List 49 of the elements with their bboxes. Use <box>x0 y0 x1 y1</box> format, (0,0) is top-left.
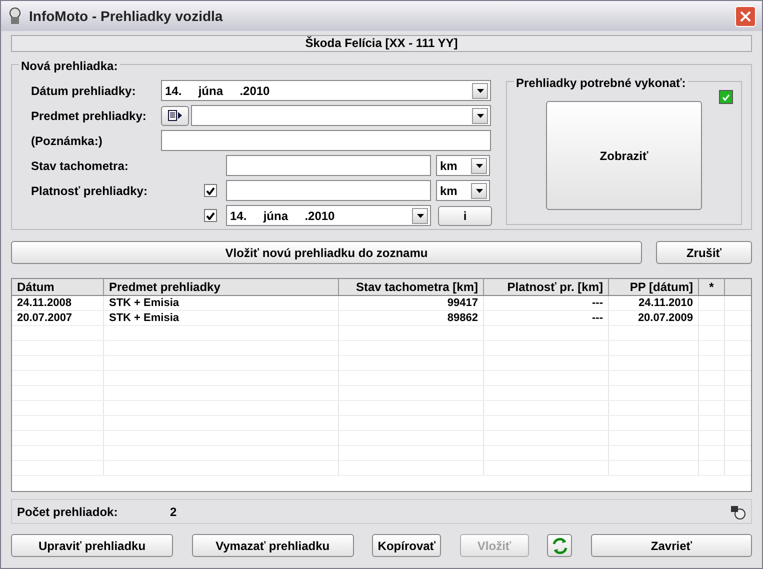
insert-button[interactable]: Vložiť novú prehliadku do zoznamu <box>11 241 642 264</box>
field-label: (Poznámka:) <box>31 132 104 150</box>
action-button[interactable]: Kopírovať <box>372 534 442 557</box>
action-button[interactable]: Zavrieť <box>590 534 752 557</box>
field-label: Stav tachometra: <box>31 158 130 174</box>
validity-km-field[interactable] <box>226 180 431 201</box>
unit-dropdown[interactable]: km <box>436 180 490 201</box>
unit-dropdown[interactable]: km <box>436 155 490 176</box>
list-icon <box>168 110 182 121</box>
window-title: InfoMoto - Prehliadky vozidla <box>29 6 224 26</box>
refresh-icon <box>552 538 568 554</box>
count-value: 2 <box>170 504 178 520</box>
field-label: Platnosť prehliadky: <box>31 182 148 200</box>
table-cell: 89862 <box>339 311 484 325</box>
column-header[interactable]: Stav tachometra [km] <box>339 279 484 295</box>
column-header[interactable]: Dátum <box>12 279 104 295</box>
odometer-field[interactable] <box>226 155 431 176</box>
date-dropdown[interactable]: 14. júna .2010 <box>161 80 491 101</box>
column-header[interactable]: Predmet prehliadky <box>104 279 339 295</box>
table-cell: --- <box>484 296 609 310</box>
table-cell: 24.11.2010 <box>609 296 699 310</box>
table-cell: 20.07.2009 <box>609 311 699 325</box>
action-button[interactable]: Upraviť prehliadku <box>11 534 173 557</box>
column-header[interactable]: Platnosť pr. [km] <box>484 279 609 295</box>
field-label: Predmet prehliadky: <box>31 108 148 124</box>
checkbox[interactable] <box>204 209 217 222</box>
cancel-button[interactable]: Zrušiť <box>656 241 752 264</box>
table-cell: 99417 <box>339 296 484 310</box>
info-button[interactable]: i <box>438 206 492 226</box>
count-label: Počet prehliadok: <box>17 504 119 520</box>
close-button[interactable] <box>735 6 756 26</box>
close-icon <box>740 10 751 22</box>
checkbox[interactable] <box>204 184 217 197</box>
table-cell: --- <box>484 311 609 325</box>
table-cell: STK + Emisia <box>104 296 339 310</box>
note-field[interactable] <box>161 130 491 151</box>
app-icon <box>7 7 23 25</box>
column-header[interactable]: * <box>699 279 725 295</box>
list-button[interactable] <box>161 106 189 126</box>
action-button[interactable]: Vymazať prehliadku <box>192 534 354 557</box>
validity-date-dropdown[interactable]: 14. júna .2010 <box>226 205 431 226</box>
refresh-button[interactable] <box>547 534 572 557</box>
field-label: Dátum prehliadky: <box>31 82 137 100</box>
table-cell: STK + Emisia <box>104 311 339 325</box>
table-cell: 24.11.2008 <box>12 296 104 310</box>
table-cell: 20.07.2007 <box>12 311 104 325</box>
show-button[interactable]: Zobraziť <box>546 101 702 210</box>
vehicle-bar: Škoda Felícia [XX - 111 YY] <box>11 35 752 52</box>
column-header[interactable]: PP [dátum] <box>609 279 699 295</box>
